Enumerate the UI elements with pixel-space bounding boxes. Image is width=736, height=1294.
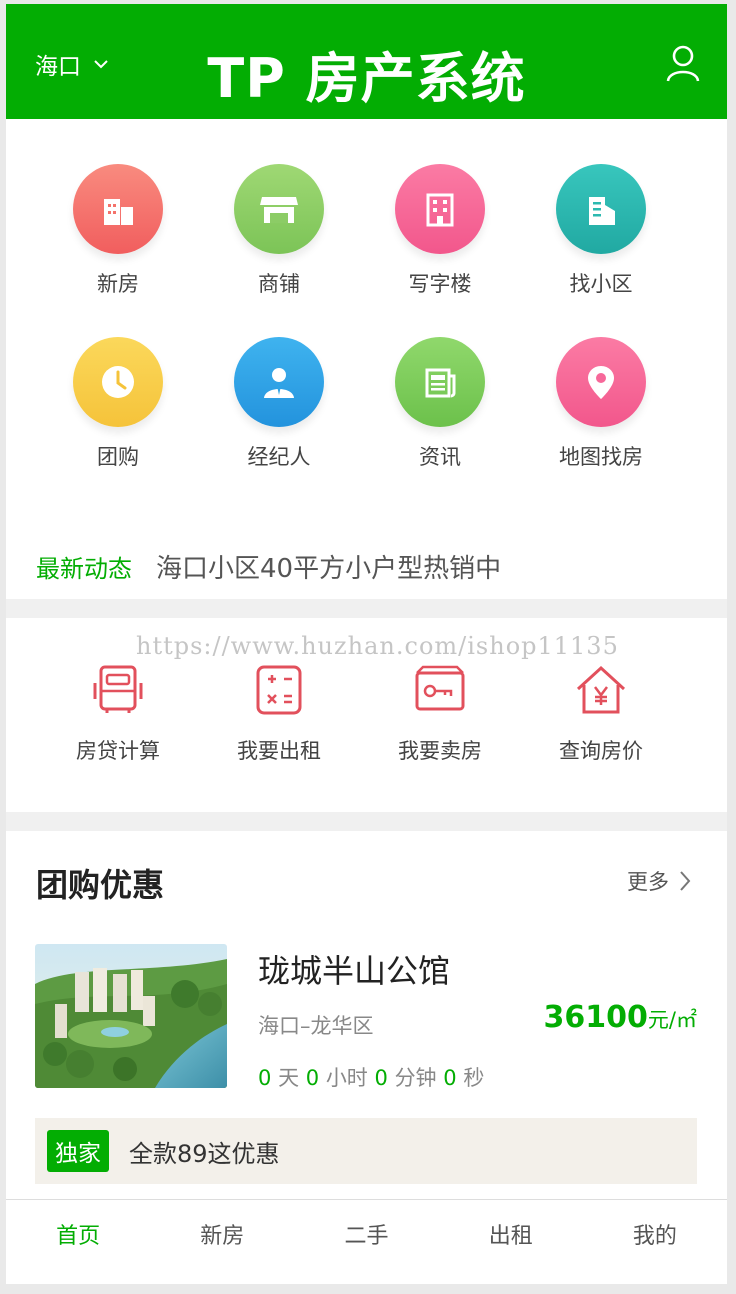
group-buy-header: 团购优惠 更多 <box>6 830 727 930</box>
office-icon <box>395 164 485 254</box>
news-icon <box>395 337 485 427</box>
tool-query-price[interactable]: 查询房价 <box>521 663 681 765</box>
news-tag: 最新动态 <box>36 555 132 583</box>
shop-icon <box>234 164 324 254</box>
category-news[interactable]: 资讯 <box>360 337 520 471</box>
news-ticker[interactable]: 最新动态 海口小区40平方小户型热销中 <box>6 534 727 599</box>
countdown-hours-label: 小时 <box>325 1066 368 1090</box>
nav-mine[interactable]: 我的 <box>583 1200 727 1284</box>
map-pin-icon <box>556 337 646 427</box>
category-community[interactable]: 找小区 <box>521 164 681 298</box>
bottom-nav: 首页 新房 二手 出租 我的 <box>6 1199 727 1284</box>
countdown-days-label: 天 <box>278 1066 300 1090</box>
nav-home[interactable]: 首页 <box>6 1200 150 1284</box>
tool-label: 查询房价 <box>559 739 643 763</box>
tool-rent-out[interactable]: 我要出租 <box>199 663 359 765</box>
group-buy-card[interactable]: 珑城半山公馆 海口–龙华区 36100元/㎡ 0 天 0 小时 0 分钟 0 秒 <box>35 944 697 1092</box>
community-icon <box>556 164 646 254</box>
calculator-icon <box>256 665 302 715</box>
category-label: 找小区 <box>569 272 633 296</box>
category-label: 地图找房 <box>559 445 643 469</box>
user-icon[interactable] <box>665 44 701 84</box>
category-grid: 新房 商铺 写字楼 找小区 团购 经纪人 资讯 地图找房 <box>6 119 727 499</box>
exclusive-badge: 独家 <box>47 1130 109 1172</box>
category-label: 新房 <box>97 272 139 296</box>
tool-label: 房贷计算 <box>76 739 160 763</box>
section-divider <box>6 599 727 618</box>
app-title: TP 房产系统 <box>207 47 526 110</box>
category-map-search[interactable]: 地图找房 <box>521 337 681 471</box>
countdown-minutes-label: 分钟 <box>394 1066 437 1090</box>
property-name: 珑城半山公馆 <box>258 952 451 990</box>
chevron-right-icon <box>680 871 691 891</box>
category-label: 团购 <box>97 445 139 469</box>
building-icon <box>73 164 163 254</box>
nav-second-hand[interactable]: 二手 <box>294 1200 438 1284</box>
countdown-days: 0 <box>258 1066 272 1090</box>
app-header: 海口 TP 房产系统 <box>6 4 727 119</box>
agent-icon <box>234 337 324 427</box>
section-divider <box>6 812 727 831</box>
category-agent[interactable]: 经纪人 <box>199 337 359 471</box>
app-screen: 海口 TP 房产系统 新房 商铺 写字楼 找小区 团购 经纪人 资讯 地图找房 … <box>6 4 727 1284</box>
clock-icon <box>73 337 163 427</box>
category-shop[interactable]: 商铺 <box>199 164 359 298</box>
category-office[interactable]: 写字楼 <box>360 164 520 298</box>
category-new-house[interactable]: 新房 <box>38 164 198 298</box>
countdown-minutes: 0 <box>374 1066 388 1090</box>
price-unit: 元/㎡ <box>647 1008 697 1032</box>
watermark-text: https://www.huzhan.com/ishop11135 <box>136 632 619 660</box>
property-image <box>35 944 227 1088</box>
category-label: 经纪人 <box>247 445 311 469</box>
news-text: 海口小区40平方小户型热销中 <box>156 554 502 584</box>
nav-rent[interactable]: 出租 <box>439 1200 583 1284</box>
tool-label: 我要卖房 <box>398 739 482 763</box>
promo-text: 全款89这优惠 <box>129 1139 280 1168</box>
tool-loan-calculator[interactable]: 房贷计算 <box>38 663 198 765</box>
loan-icon <box>93 665 143 713</box>
promo-banner[interactable]: 独家 全款89这优惠 <box>35 1118 697 1184</box>
category-group-buy[interactable]: 团购 <box>38 337 198 471</box>
countdown-seconds-label: 秒 <box>463 1066 485 1090</box>
tool-sell-house[interactable]: 我要卖房 <box>360 663 520 765</box>
more-link[interactable]: 更多 <box>627 866 691 896</box>
category-label: 资讯 <box>419 445 461 469</box>
more-label: 更多 <box>627 870 669 894</box>
countdown-seconds: 0 <box>443 1066 457 1090</box>
house-price-icon <box>576 665 626 714</box>
section-title: 团购优惠 <box>36 866 165 904</box>
tools-row: https://www.huzhan.com/ishop11135 房贷计算 我… <box>6 618 727 812</box>
price-value: 36100 <box>543 1000 648 1035</box>
countdown-hours: 0 <box>305 1066 320 1090</box>
key-icon <box>415 665 465 711</box>
property-price: 36100元/㎡ <box>544 1000 697 1035</box>
category-label: 写字楼 <box>408 272 472 296</box>
category-label: 商铺 <box>258 272 300 296</box>
property-area: 海口–龙华区 <box>258 1014 374 1038</box>
countdown-timer: 0 天 0 小时 0 分钟 0 秒 <box>258 1062 484 1092</box>
nav-new-house[interactable]: 新房 <box>150 1200 294 1284</box>
tool-label: 我要出租 <box>237 739 321 763</box>
